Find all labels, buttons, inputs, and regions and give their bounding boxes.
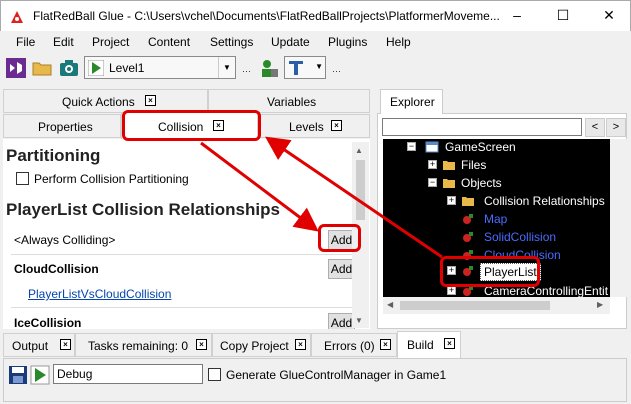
window-title: FlatRedBall Glue - C:\Users\vchel\Docume… (33, 9, 500, 23)
screen-icon (425, 141, 439, 153)
close-icon[interactable]: × (295, 339, 306, 350)
tree-scrollbar-vertical[interactable] (610, 139, 627, 297)
tree-item-collision-relationships[interactable]: + Collision Relationships (447, 193, 610, 211)
tool-icon (289, 61, 303, 75)
menu-update[interactable]: Update (271, 35, 310, 49)
tab-tasks-remaining[interactable]: Tasks remaining: 0 × (75, 333, 212, 357)
object-icon (463, 232, 473, 242)
expand-icon[interactable]: + (447, 196, 456, 205)
tab-label: Explorer (390, 95, 435, 109)
save-icon[interactable] (8, 365, 28, 385)
menu-edit[interactable]: Edit (53, 35, 74, 49)
tree-item-map[interactable]: Map (447, 211, 607, 229)
tree-item-files[interactable]: + Files (428, 157, 608, 175)
scroll-up-icon[interactable]: ▲ (355, 146, 363, 155)
explorer-search-input[interactable] (382, 118, 582, 136)
folder-icon (443, 179, 455, 188)
menu-plugins[interactable]: Plugins (328, 35, 367, 49)
tab-copy-project[interactable]: Copy Project × (212, 333, 311, 357)
tab-explorer[interactable]: Explorer (380, 89, 443, 114)
level-combobox[interactable]: Level1 ▼ (84, 56, 236, 79)
minimize-button[interactable]: – (494, 1, 540, 31)
divider (11, 307, 355, 308)
tab-errors[interactable]: Errors (0) × (311, 333, 397, 357)
folder-icon (462, 197, 474, 206)
nav-forward-button[interactable]: > (606, 118, 626, 137)
play-icon[interactable] (30, 365, 50, 385)
person-tool-icon[interactable] (258, 57, 280, 79)
menu-bar: File Edit Project Content Settings Updat… (0, 31, 631, 53)
object-icon (463, 214, 473, 224)
visual-studio-icon[interactable] (5, 57, 27, 79)
partitioning-label: Perform Collision Partitioning (34, 172, 189, 186)
close-icon[interactable]: × (444, 338, 455, 349)
generate-glue-label: Generate GlueControlManager in Game1 (226, 368, 447, 382)
tree-scrollbar-horizontal[interactable]: ◀ ▶ (383, 297, 610, 314)
menu-file[interactable]: File (16, 35, 35, 49)
partitioning-header: Partitioning (6, 146, 101, 165)
tree-item-objects[interactable]: − Objects (428, 175, 608, 193)
folder-icon (443, 161, 455, 170)
play-icon[interactable] (88, 60, 104, 76)
tab-label: Quick Actions (62, 95, 135, 109)
camera-icon[interactable] (58, 57, 80, 79)
relationships-header: PlayerList Collision Relationships (6, 200, 280, 219)
collapse-icon[interactable]: − (407, 142, 416, 151)
level-combo-value: Level1 (109, 61, 145, 75)
add-cloud-collision-button[interactable]: Add (328, 259, 355, 279)
menu-settings[interactable]: Settings (210, 35, 253, 49)
collision-panel: Partitioning Perform Collision Partition… (3, 139, 370, 329)
highlight-playerlist (440, 256, 540, 287)
toolbar-grip-icon: ⋯ (332, 66, 341, 76)
close-icon[interactable]: × (60, 339, 71, 350)
maximize-button[interactable]: ☐ (540, 1, 586, 31)
tool-dropdown[interactable]: ▼ (284, 56, 326, 79)
tab-label: Variables (267, 95, 317, 109)
menu-content[interactable]: Content (148, 35, 190, 49)
ice-collision-label: IceCollision (14, 316, 82, 329)
chevron-down-icon[interactable]: ▼ (218, 57, 235, 78)
close-icon[interactable]: × (331, 120, 342, 131)
tab-label: Levels (289, 120, 324, 134)
title-bar: FlatRedBall Glue - C:\Users\vchel\Docume… (0, 0, 631, 31)
open-folder-icon[interactable] (31, 57, 53, 79)
nav-back-button[interactable]: < (585, 118, 605, 137)
close-button[interactable]: ✕ (586, 1, 631, 31)
tab-build[interactable]: Build × (397, 331, 461, 359)
scroll-thumb[interactable] (356, 160, 365, 220)
scroll-left-icon[interactable]: ◀ (387, 300, 393, 309)
close-icon[interactable]: × (196, 339, 207, 350)
bottom-tab-strip: Output × Tasks remaining: 0 × Copy Proje… (0, 331, 631, 359)
scroll-right-icon[interactable]: ▶ (597, 300, 603, 309)
partitioning-checkbox[interactable] (16, 172, 29, 185)
highlight-collision-tab (122, 110, 261, 141)
tree-item-solidcollision[interactable]: SolidCollision (447, 229, 607, 247)
app-icon (11, 11, 23, 23)
collapse-icon[interactable]: − (428, 178, 437, 187)
tab-levels[interactable]: Levels × (258, 114, 370, 138)
toolbar-grip-icon: ⋯ (242, 66, 251, 76)
chevron-down-icon[interactable]: ▼ (315, 62, 323, 71)
close-icon[interactable]: × (380, 339, 391, 350)
tree-item-gamescreen[interactable]: − GameScreen (407, 139, 607, 157)
cloud-collision-link[interactable]: PlayerListVsCloudCollision (28, 287, 171, 301)
tab-output[interactable]: Output × (3, 333, 75, 357)
expand-icon[interactable]: + (447, 286, 456, 295)
scroll-thumb[interactable] (400, 301, 550, 310)
close-icon[interactable]: × (145, 95, 156, 106)
tab-label: Properties (38, 120, 93, 134)
always-colliding-label: <Always Colliding> (14, 233, 116, 247)
menu-help[interactable]: Help (386, 35, 411, 49)
cloud-collision-label: CloudCollision (14, 262, 99, 276)
add-ice-collision-button[interactable]: Add (328, 313, 355, 329)
highlight-add-button (318, 224, 361, 252)
menu-project[interactable]: Project (92, 35, 129, 49)
scroll-down-icon[interactable]: ▼ (355, 316, 363, 325)
divider (11, 254, 355, 255)
tab-properties[interactable]: Properties (3, 114, 121, 138)
build-config-input[interactable]: Debug (53, 364, 203, 384)
expand-icon[interactable]: + (428, 160, 437, 169)
generate-glue-checkbox[interactable] (208, 368, 221, 381)
